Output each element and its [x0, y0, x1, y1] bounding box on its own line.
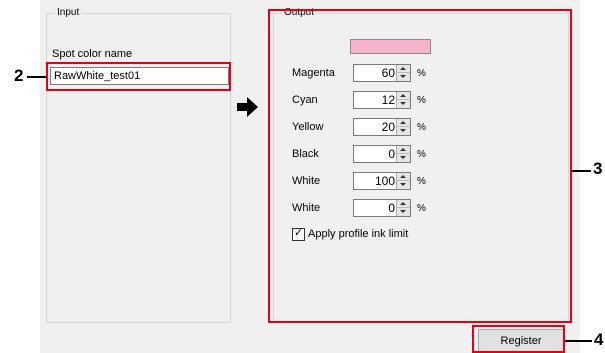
- spot-color-name-label: Spot color name: [52, 48, 133, 60]
- input-group-title: Input: [55, 7, 82, 19]
- callout-box-4: [472, 325, 565, 353]
- callout-box-2: [46, 62, 231, 91]
- callout-number-2: 2: [14, 66, 24, 85]
- right-arrow-icon: [237, 97, 258, 117]
- callout-box-3: [268, 9, 572, 323]
- callout-number-4: 4: [594, 330, 604, 349]
- callout-line-3: [572, 170, 591, 172]
- callout-line-4: [565, 340, 592, 342]
- callout-number-3: 3: [593, 159, 603, 178]
- callout-line-2: [27, 76, 46, 78]
